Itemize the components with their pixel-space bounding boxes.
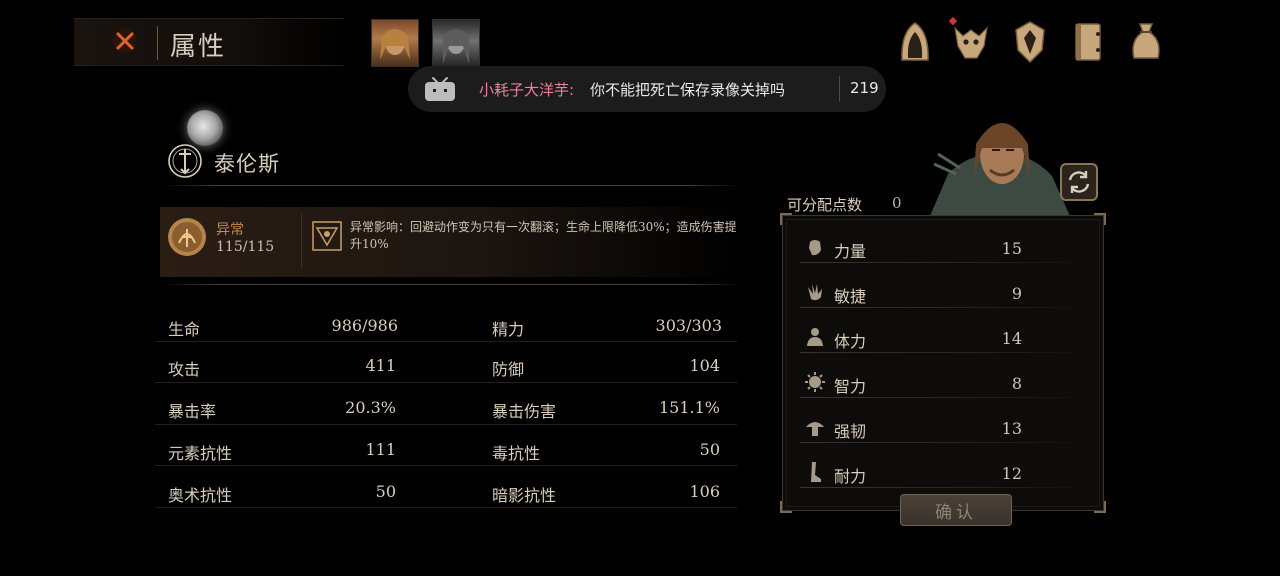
attribute-value: 12 (1001, 464, 1022, 483)
refresh-icon (1068, 171, 1090, 193)
row-divider (155, 507, 737, 508)
panel-corner (1094, 213, 1106, 225)
stat-value: 151.1% (658, 398, 720, 417)
attribute-name: 智力 (834, 377, 867, 396)
anomaly-icon (168, 218, 206, 256)
pouch-icon[interactable] (1126, 20, 1166, 64)
page-title: 属性 (170, 32, 227, 62)
confirm-button[interactable]: 确认 (900, 494, 1012, 526)
stat-value: 20.3% (345, 398, 396, 417)
allocation-points: 0 (892, 194, 902, 212)
danmaku-count: 219 (850, 79, 879, 97)
row-divider (800, 262, 1090, 263)
status-label: 异常 (216, 222, 244, 238)
mind-icon (805, 372, 825, 392)
stat-name: 攻击 (168, 360, 201, 379)
leg-icon (811, 462, 821, 482)
title-divider (157, 26, 158, 60)
attribute-name: 敏捷 (834, 287, 867, 306)
panel-corner (780, 213, 792, 225)
mushroom-icon (806, 422, 824, 436)
stat-name: 防御 (492, 360, 525, 379)
attribute-name: 力量 (834, 242, 867, 261)
row-divider (800, 487, 1090, 488)
stat-value: 104 (689, 356, 720, 375)
row-divider (800, 352, 1090, 353)
stat-name: 暗影抗性 (492, 486, 557, 505)
eye-rune-icon (312, 221, 342, 251)
sword-emblem-icon (168, 144, 202, 178)
allocation-label: 可分配点数 (787, 196, 863, 214)
attribute-name: 耐力 (834, 467, 867, 486)
row-divider (155, 382, 737, 383)
row-divider (155, 465, 737, 466)
stat-value: 50 (375, 482, 396, 501)
stat-name: 暴击伤害 (492, 402, 557, 421)
fist-icon (809, 240, 821, 256)
stat-name: 生命 (168, 320, 201, 339)
status-value: 115/115 (216, 239, 275, 255)
character-name: 泰伦斯 (214, 152, 280, 176)
stat-value: 986/986 (331, 316, 398, 335)
refresh-button[interactable] (1060, 163, 1098, 201)
journal-icon[interactable] (1068, 20, 1108, 64)
danmaku-user: 小耗子大洋芋: (479, 81, 575, 99)
danmaku-bubble: 小耗子大洋芋: 你不能把死亡保存录像关掉吗 219 (408, 66, 886, 112)
row-divider (800, 442, 1090, 443)
row-divider (800, 307, 1090, 308)
portrait-grey-heroine[interactable] (432, 19, 480, 67)
portrait-blonde-hero[interactable] (371, 19, 419, 67)
stat-name: 暴击率 (168, 402, 217, 421)
attribute-value: 8 (1011, 374, 1022, 393)
status-divider-bottom (160, 284, 744, 285)
status-effect-text: 异常影响：回避动作变为只有一次翻滚；生命上限降低30%；造成伤害提升10% (350, 220, 737, 251)
panel-corner (1094, 501, 1106, 513)
stat-name: 毒抗性 (492, 444, 541, 463)
glowing-orb (187, 110, 223, 146)
stat-value: 111 (365, 440, 396, 459)
row-divider (800, 397, 1090, 398)
attribute-value: 13 (1001, 419, 1022, 438)
hood-icon[interactable] (895, 20, 935, 64)
attribute-value: 14 (1001, 329, 1022, 348)
row-divider (155, 424, 737, 425)
stat-name: 元素抗性 (168, 444, 233, 463)
stat-value: 411 (365, 356, 396, 375)
attribute-value: 15 (1001, 239, 1022, 258)
close-button[interactable] (108, 24, 142, 58)
bilibili-tv-icon (425, 77, 455, 101)
stat-name: 精力 (492, 320, 525, 339)
status-divider (301, 214, 302, 268)
name-divider (160, 185, 744, 186)
attribute-panel (782, 215, 1104, 511)
attribute-name: 体力 (834, 332, 867, 351)
hand-icon (808, 284, 822, 301)
stat-value: 106 (689, 482, 720, 501)
crest-shield-icon[interactable] (1010, 20, 1050, 64)
danmaku-divider (839, 76, 840, 102)
hero-portrait (930, 123, 1070, 216)
attribute-value: 9 (1011, 284, 1022, 303)
body-icon (807, 328, 823, 346)
notification-badge: ◆ (948, 14, 958, 27)
attribute-name: 强韧 (834, 422, 867, 441)
danmaku-message: 你不能把死亡保存录像关掉吗 (590, 81, 786, 99)
stat-value: 303/303 (655, 316, 722, 335)
stat-value: 50 (699, 440, 720, 459)
row-divider (155, 341, 737, 342)
stat-name: 奥术抗性 (168, 486, 233, 505)
close-x-icon (113, 29, 137, 53)
panel-corner (780, 501, 792, 513)
